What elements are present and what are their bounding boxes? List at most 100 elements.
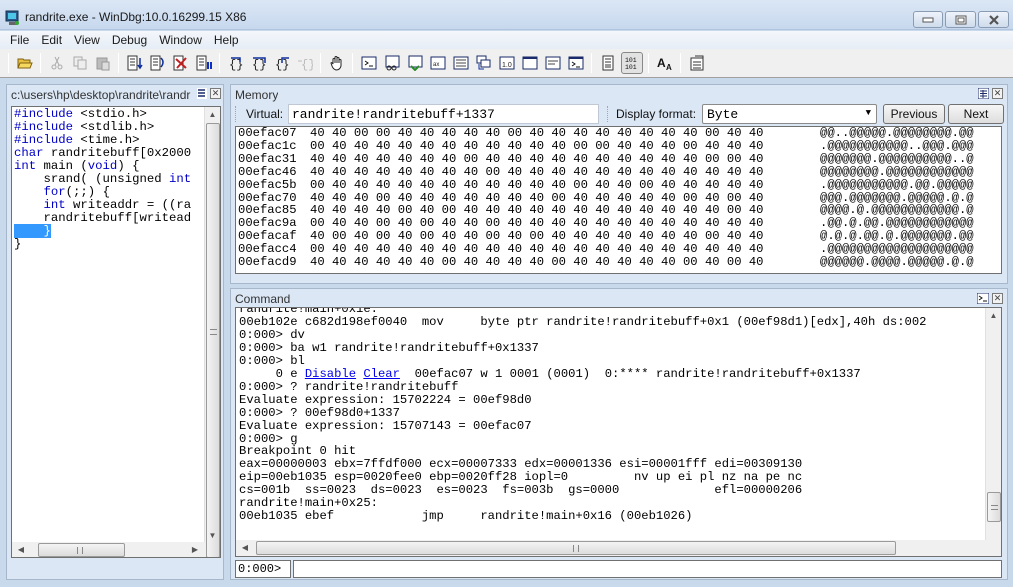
cut-button[interactable]: [47, 53, 67, 73]
source-keyword: #include: [14, 107, 74, 121]
memory-button[interactable]: [451, 53, 471, 73]
stop-debugging-button[interactable]: [171, 53, 191, 73]
display-format-select[interactable]: Byte ▼: [702, 104, 877, 124]
memory-row[interactable]: 00efacd9 40 40 40 40 40 40 00 40 40 40 40…: [236, 256, 1001, 269]
source-mode-hand-button[interactable]: [327, 53, 347, 73]
call-stack-icon: [476, 55, 490, 70]
source-vertical-scrollbar[interactable]: ▲ ▼: [204, 107, 220, 557]
menu-help[interactable]: Help: [208, 33, 245, 47]
virtual-label: Virtual:: [246, 107, 284, 121]
copy-button[interactable]: [70, 53, 90, 73]
registers-button[interactable]: ax: [428, 53, 448, 73]
source-line[interactable]: }: [14, 224, 204, 238]
source-text: writeaddr = ((ra: [65, 198, 192, 212]
hex-display-button[interactable]: 101 101: [620, 52, 643, 74]
memory-row[interactable]: 00efac5b 00 40 40 40 40 40 40 40 40 40 40…: [236, 178, 1001, 192]
menu-view[interactable]: View: [68, 33, 106, 47]
command-vertical-scroll-thumb[interactable]: [987, 492, 1001, 522]
memory-row[interactable]: 00efac1c 00 40 40 40 40 40 40 40 40 40 40…: [236, 140, 1001, 153]
disable-breakpoint-link[interactable]: Disable: [305, 367, 356, 381]
previous-button[interactable]: Previous: [883, 104, 945, 124]
scratch-pad-button[interactable]: [520, 53, 540, 73]
source-line[interactable]: }: [14, 238, 204, 251]
source-text: <stdio.h>: [73, 107, 147, 121]
scroll-down-arrow-icon[interactable]: ▼: [205, 531, 220, 540]
menu-debug[interactable]: Debug: [106, 33, 153, 47]
source-text: main (: [36, 159, 88, 173]
toolbar-separator: [219, 53, 220, 73]
go-button[interactable]: [125, 53, 145, 73]
toolbar-grip-icon[interactable]: [235, 106, 238, 122]
toolbar-grip-icon[interactable]: [607, 106, 610, 122]
command-window-button[interactable]: [359, 53, 379, 73]
font-icon: AA: [657, 56, 672, 71]
source-horizontal-scrollbar[interactable]: ◀ ▶: [12, 542, 206, 557]
disassembly-button[interactable]: 1.0: [497, 53, 517, 73]
command-horizontal-scrollbar[interactable]: ◀: [236, 540, 1001, 556]
source-options-icon[interactable]: [197, 88, 207, 99]
memory-bytes: 40 40 40 40 40 40 00 40 40 40 40 00 40 4…: [310, 255, 764, 270]
menu-window[interactable]: Window: [153, 33, 208, 47]
maximize-button[interactable]: [945, 11, 976, 28]
font-button[interactable]: AA: [655, 53, 675, 73]
command-input[interactable]: [293, 560, 1002, 578]
memory-icon: [453, 56, 468, 70]
memory-address: 00efac07: [238, 126, 297, 140]
step-out-button[interactable]: {}: [272, 53, 292, 73]
restart-button[interactable]: [148, 53, 168, 73]
call-stack-button[interactable]: [474, 53, 494, 73]
memory-window-close-button[interactable]: ✕: [992, 88, 1003, 99]
toolbar-separator: [352, 53, 353, 73]
processes-threads-button[interactable]: [543, 53, 563, 73]
run-to-cursor-button[interactable]: {}: [295, 53, 315, 73]
toolbar-separator: [648, 53, 649, 73]
memory-address: 00efacd9: [238, 255, 297, 270]
options-button[interactable]: [687, 53, 707, 73]
copy-icon: [73, 56, 86, 70]
memory-options-icon[interactable]: [978, 88, 989, 99]
command-prompt-icon[interactable]: [977, 293, 989, 304]
memory-dump-view[interactable]: 00efac07 40 40 00 00 40 40 40 40 40 00 40…: [235, 126, 1002, 274]
command-window-close-button[interactable]: ✕: [992, 293, 1003, 304]
source-text: ) {: [117, 159, 140, 173]
step-over-button[interactable]: {}: [249, 53, 269, 73]
scroll-up-arrow-icon[interactable]: ▲: [986, 311, 1001, 320]
source-text: randritebuff[0x2000: [43, 146, 192, 160]
minimize-button[interactable]: [913, 11, 943, 28]
source-mode-button[interactable]: [598, 53, 618, 73]
command-browser-button[interactable]: [566, 53, 586, 73]
source-window-close-button[interactable]: ✕: [210, 88, 221, 99]
close-button[interactable]: [978, 11, 1009, 28]
source-horizontal-scroll-thumb[interactable]: [38, 543, 125, 557]
paste-button[interactable]: [93, 53, 113, 73]
command-output[interactable]: randrite!main+0x1e: 00eb102e c682d198ef00…: [235, 307, 1002, 557]
scroll-left-arrow-icon[interactable]: ◀: [16, 545, 26, 554]
memory-row[interactable]: 00efac31 40 40 40 40 40 40 40 00 40 40 40…: [236, 152, 1001, 166]
open-folder-icon: [16, 58, 33, 69]
dropdown-arrow-icon: ▼: [865, 108, 871, 118]
break-button[interactable]: [194, 53, 214, 73]
menu-file[interactable]: File: [4, 33, 35, 47]
source-text: <time.h>: [73, 133, 140, 147]
scroll-right-arrow-icon[interactable]: ▶: [190, 545, 200, 554]
locals-button[interactable]: [405, 53, 425, 73]
memory-ascii: @@..@@@@@.@@@@@@@@.@@: [820, 126, 974, 140]
clear-breakpoint-link[interactable]: Clear: [363, 367, 400, 381]
open-button[interactable]: [15, 53, 35, 73]
step-into-button[interactable]: {}: [226, 53, 246, 73]
memory-row[interactable]: 00efac07 40 40 00 00 40 40 40 40 40 00 40…: [236, 127, 1001, 140]
command-output-text: 00eb102e c682d198ef0040 mov byte ptr ran…: [239, 314, 927, 329]
menu-edit[interactable]: Edit: [35, 33, 68, 47]
scroll-up-arrow-icon[interactable]: ▲: [205, 110, 220, 119]
next-button[interactable]: Next: [948, 104, 1004, 124]
command-horizontal-scroll-thumb[interactable]: [256, 541, 896, 555]
watch-button[interactable]: [382, 53, 402, 73]
command-vertical-scrollbar[interactable]: ▲: [985, 308, 1001, 540]
scroll-left-arrow-icon[interactable]: ◀: [240, 543, 250, 552]
source-code-view[interactable]: #include <stdio.h> #include <stdlib.h> #in…: [11, 106, 221, 558]
memory-row[interactable]: 00efac46 40 40 40 40 40 40 40 40 00 40 40…: [236, 165, 1001, 179]
source-vertical-scroll-thumb[interactable]: [206, 123, 220, 557]
source-text: <stdlib.h>: [73, 120, 155, 134]
svg-text:A: A: [657, 56, 666, 70]
virtual-address-input[interactable]: randrite!randritebuff+1337: [288, 104, 599, 124]
